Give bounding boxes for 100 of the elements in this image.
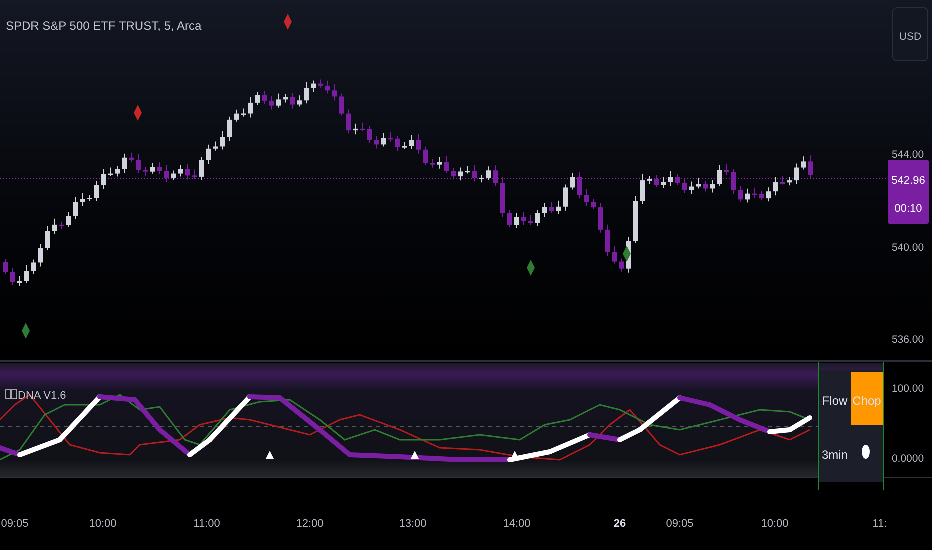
candle — [549, 202, 554, 214]
candle — [269, 95, 274, 110]
candle — [500, 176, 505, 218]
candle — [150, 162, 155, 174]
table-cell: Flow — [822, 394, 848, 408]
table-cell: 3min — [822, 448, 848, 462]
time-tick: 10:00 — [761, 518, 789, 530]
candle — [157, 162, 162, 175]
candle — [297, 95, 302, 108]
candle — [521, 212, 526, 226]
candle — [507, 210, 512, 228]
candle — [248, 96, 253, 118]
candle — [17, 276, 22, 287]
candle — [178, 164, 183, 178]
candle — [542, 202, 547, 218]
candle — [66, 211, 71, 228]
candle — [283, 94, 288, 104]
candle — [752, 187, 757, 199]
candle — [234, 109, 239, 122]
candle — [668, 170, 673, 187]
candle — [563, 184, 568, 212]
candle — [10, 268, 15, 286]
candle — [143, 166, 148, 176]
candle — [612, 246, 617, 264]
candle — [129, 152, 134, 162]
candle — [717, 164, 722, 187]
candle — [353, 123, 358, 136]
candle — [388, 132, 393, 142]
status-cell: Chop — [851, 372, 883, 425]
diamond-marker — [22, 323, 30, 339]
diamond-marker — [623, 246, 631, 262]
candle — [227, 116, 232, 142]
candle — [122, 153, 127, 174]
candle — [451, 168, 456, 180]
candle — [780, 176, 785, 186]
candle — [444, 156, 449, 174]
diamond-marker — [284, 14, 292, 30]
candle — [773, 177, 778, 196]
price-tick: 544.00 — [892, 149, 924, 161]
candle — [514, 212, 519, 229]
candle — [262, 90, 267, 104]
candle — [696, 178, 701, 190]
indicator-tick: 0.0000 — [892, 453, 924, 465]
candle — [437, 156, 442, 170]
time-tick: 10:00 — [89, 518, 117, 530]
candle — [598, 203, 603, 234]
candle — [115, 166, 120, 178]
candle — [416, 134, 421, 154]
candle — [472, 164, 477, 182]
candle — [367, 126, 372, 144]
candle — [276, 93, 281, 108]
candle — [409, 134, 414, 150]
diamond-marker — [527, 260, 535, 276]
time-tick: 09:05 — [666, 518, 694, 530]
candle — [185, 164, 190, 180]
candle — [374, 136, 379, 150]
candle — [87, 194, 92, 202]
candle — [3, 258, 8, 275]
candle — [605, 224, 610, 257]
candle — [80, 192, 85, 207]
candle — [136, 153, 141, 174]
candle — [801, 156, 806, 170]
candle — [381, 132, 386, 148]
countdown-label: 00:10 — [894, 203, 922, 215]
candle — [689, 181, 694, 195]
candle — [59, 221, 64, 230]
time-tick: 11: — [872, 518, 888, 530]
candle — [577, 172, 582, 199]
candle — [311, 80, 316, 92]
candle — [192, 169, 197, 180]
candle — [430, 158, 435, 168]
candle — [661, 176, 666, 189]
candle — [738, 186, 743, 202]
candle — [570, 172, 575, 190]
candle — [584, 188, 589, 207]
candle — [213, 141, 218, 152]
candle — [479, 174, 484, 184]
candle — [759, 190, 764, 202]
candle — [731, 168, 736, 195]
candle — [304, 82, 309, 104]
candle — [556, 200, 561, 215]
candle — [486, 166, 491, 180]
candle — [787, 177, 792, 186]
candle — [675, 174, 680, 186]
candle — [745, 188, 750, 204]
candle — [423, 146, 428, 166]
candle — [332, 84, 337, 102]
candle — [241, 108, 246, 118]
candle — [290, 92, 295, 110]
candle — [360, 122, 365, 132]
candle — [346, 109, 351, 134]
candle — [808, 155, 813, 178]
candle — [591, 198, 596, 210]
candle — [395, 135, 400, 152]
indicator-tick: 100.00 — [892, 383, 924, 395]
diamond-marker — [134, 105, 142, 121]
candle — [45, 226, 50, 251]
candle — [24, 264, 29, 284]
currency-button[interactable]: USD — [892, 8, 928, 62]
candle — [108, 167, 113, 177]
